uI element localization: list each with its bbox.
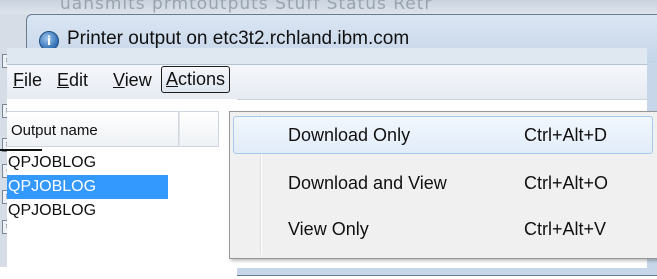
menu-edit-rest: dit	[69, 70, 89, 90]
menu-edit[interactable]: Edit	[55, 70, 90, 91]
menu-edit-accel: E	[57, 70, 70, 90]
menu-item-download-only[interactable]: Download Only Ctrl+Alt+D	[233, 116, 653, 154]
menu-file-rest: ile	[24, 70, 43, 90]
menu-item-download-and-view[interactable]: Download and View Ctrl+Alt+O	[233, 164, 653, 202]
menu-item-shortcut: Ctrl+Alt+D	[524, 125, 608, 145]
table-row-selected[interactable]: QPJOBLOG	[7, 175, 168, 199]
menu-actions[interactable]: Actions	[161, 66, 231, 93]
background-toolbar-text: uansmits prmtoutputs Stuff Status Retr	[60, 0, 433, 14]
table-row[interactable]: QPJOBLOG	[7, 151, 180, 175]
menu-item-label: View Only	[288, 219, 369, 239]
column-header-label: Output name	[11, 122, 98, 139]
menubar-spacer	[7, 48, 647, 64]
menu-view-rest: iew	[124, 70, 152, 90]
column-header-output-name[interactable]: Output name	[7, 111, 179, 147]
menu-item-view-only[interactable]: View Only Ctrl+Alt+V	[233, 210, 653, 248]
table-row[interactable]: QPJOBLOG	[7, 199, 180, 223]
menu-view-accel: V	[113, 70, 125, 90]
menu-actions-rest: ctions	[178, 69, 226, 89]
output-table: Output name QPJOBLOG QPJOBLOG QPJOBLOG	[7, 99, 237, 279]
actions-dropdown-menu: Download Only Ctrl+Alt+D Download and Vi…	[229, 111, 657, 259]
menu-item-label: Download and View	[288, 173, 447, 193]
menu-file-accel: F	[13, 70, 24, 90]
menu-actions-accel: A	[166, 69, 179, 89]
window-title: Printer output on etc3t2.rchland.ibm.com	[67, 28, 410, 49]
menu-item-label: Download Only	[288, 125, 411, 145]
menu-item-shortcut: Ctrl+Alt+O	[524, 173, 609, 193]
menu-view[interactable]: View	[111, 70, 154, 91]
menubar: File Edit View Actions	[7, 64, 647, 100]
column-header-next[interactable]	[179, 111, 219, 147]
background-toolbar: uansmits prmtoutputs Stuff Status Retr	[0, 0, 657, 14]
menu-file[interactable]: File	[11, 70, 44, 91]
menu-item-shortcut: Ctrl+Alt+V	[524, 219, 607, 239]
annotation-line	[0, 149, 42, 151]
